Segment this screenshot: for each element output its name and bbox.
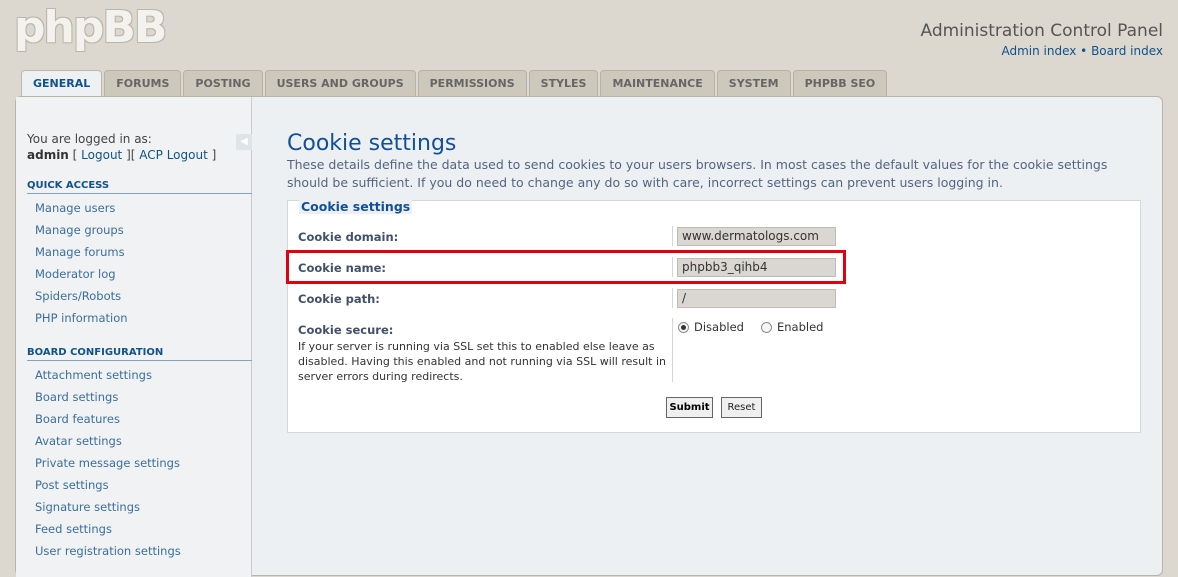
phpbb-logo: phpBB (14, 2, 167, 53)
column-divider (672, 318, 673, 382)
page-title: Cookie settings (287, 131, 457, 156)
menu-item-manage-forums[interactable]: Manage forums (35, 241, 128, 263)
header-separator: • (1076, 44, 1092, 58)
menu-item-signature-settings[interactable]: Signature settings (35, 496, 181, 518)
cookie-domain-input[interactable]: www.dermatologs.com (677, 227, 836, 246)
tab-general[interactable]: GENERAL (21, 70, 103, 98)
cookie-domain-label: Cookie domain: (298, 230, 399, 244)
cookie-secure-explain: If your server is running via SSL set th… (298, 340, 667, 383)
menu-item-feed-settings[interactable]: Feed settings (35, 518, 181, 540)
cookie-name-highlight (286, 250, 846, 284)
quick-access-heading: QUICK ACCESS (27, 180, 252, 194)
cookie-secure-label: Cookie secure: (298, 323, 394, 337)
menu-item-board-settings[interactable]: Board settings (35, 386, 181, 408)
menu-item-attachment-settings[interactable]: Attachment settings (35, 364, 181, 386)
enabled-radio[interactable] (760, 321, 772, 333)
logged-in-label: You are logged in as: (27, 132, 152, 146)
menu-item-moderator-log[interactable]: Moderator log (35, 263, 128, 285)
menu-item-private-message-settings[interactable]: Private message settings (35, 452, 181, 474)
logout-link[interactable]: Logout (81, 148, 122, 162)
quick-access-menu: Manage users Manage groups Manage forums… (35, 197, 128, 329)
menu-item-post-settings[interactable]: Post settings (35, 474, 181, 496)
column-divider (672, 226, 673, 246)
menu-item-php-information[interactable]: PHP information (35, 307, 128, 329)
menu-item-board-features[interactable]: Board features (35, 408, 181, 430)
menu-item-manage-groups[interactable]: Manage groups (35, 219, 128, 241)
board-configuration-heading: BOARD CONFIGURATION (27, 347, 252, 361)
menu-item-spiders-robots[interactable]: Spiders/Robots (35, 285, 128, 307)
tab-system[interactable]: SYSTEM (716, 70, 791, 96)
tab-phpbb-seo[interactable]: PHPBB SEO (792, 70, 888, 96)
board-configuration-menu: Attachment settings Board settings Board… (35, 364, 181, 562)
enabled-radio-label[interactable]: Enabled (777, 320, 823, 334)
disabled-radio-label[interactable]: Disabled (694, 320, 744, 334)
cookie-secure-options: Disabled Enabled (678, 320, 823, 334)
board-index-link[interactable]: Board index (1091, 44, 1163, 58)
cookie-path-input[interactable]: / (677, 289, 836, 308)
collapse-sidebar-icon[interactable]: ◀ (236, 134, 252, 150)
tab-maintenance[interactable]: MAINTENANCE (600, 70, 715, 96)
fieldset-legend: Cookie settings (299, 199, 413, 214)
submit-button[interactable]: Submit (666, 397, 713, 418)
admin-index-link[interactable]: Admin index (1001, 44, 1076, 58)
menu-item-user-registration-settings[interactable]: User registration settings (35, 540, 181, 562)
acp-title: Administration Control Panel (920, 21, 1163, 41)
tab-bar: GENERAL FORUMS POSTING USERS AND GROUPS … (21, 70, 889, 98)
column-divider (672, 288, 673, 308)
menu-item-avatar-settings[interactable]: Avatar settings (35, 430, 181, 452)
tab-users-and-groups[interactable]: USERS AND GROUPS (264, 70, 416, 96)
acp-logout-link[interactable]: ACP Logout (139, 148, 208, 162)
disabled-radio[interactable] (678, 321, 689, 333)
login-info: You are logged in as: admin [ Logout ][ … (27, 132, 217, 162)
sidebar: You are logged in as: admin [ Logout ][ … (16, 97, 252, 577)
menu-item-manage-users[interactable]: Manage users (35, 197, 128, 219)
tab-forums[interactable]: FORUMS (104, 70, 182, 96)
page-description: These details define the data used to se… (287, 157, 1108, 190)
tab-posting[interactable]: POSTING (183, 70, 263, 96)
reset-button[interactable]: Reset (721, 397, 762, 418)
tab-styles[interactable]: STYLES (528, 70, 599, 96)
header-links: Admin index • Board index (1001, 44, 1163, 58)
username: admin (27, 148, 69, 162)
cookie-path-label: Cookie path: (298, 292, 380, 306)
tab-permissions[interactable]: PERMISSIONS (417, 70, 527, 96)
